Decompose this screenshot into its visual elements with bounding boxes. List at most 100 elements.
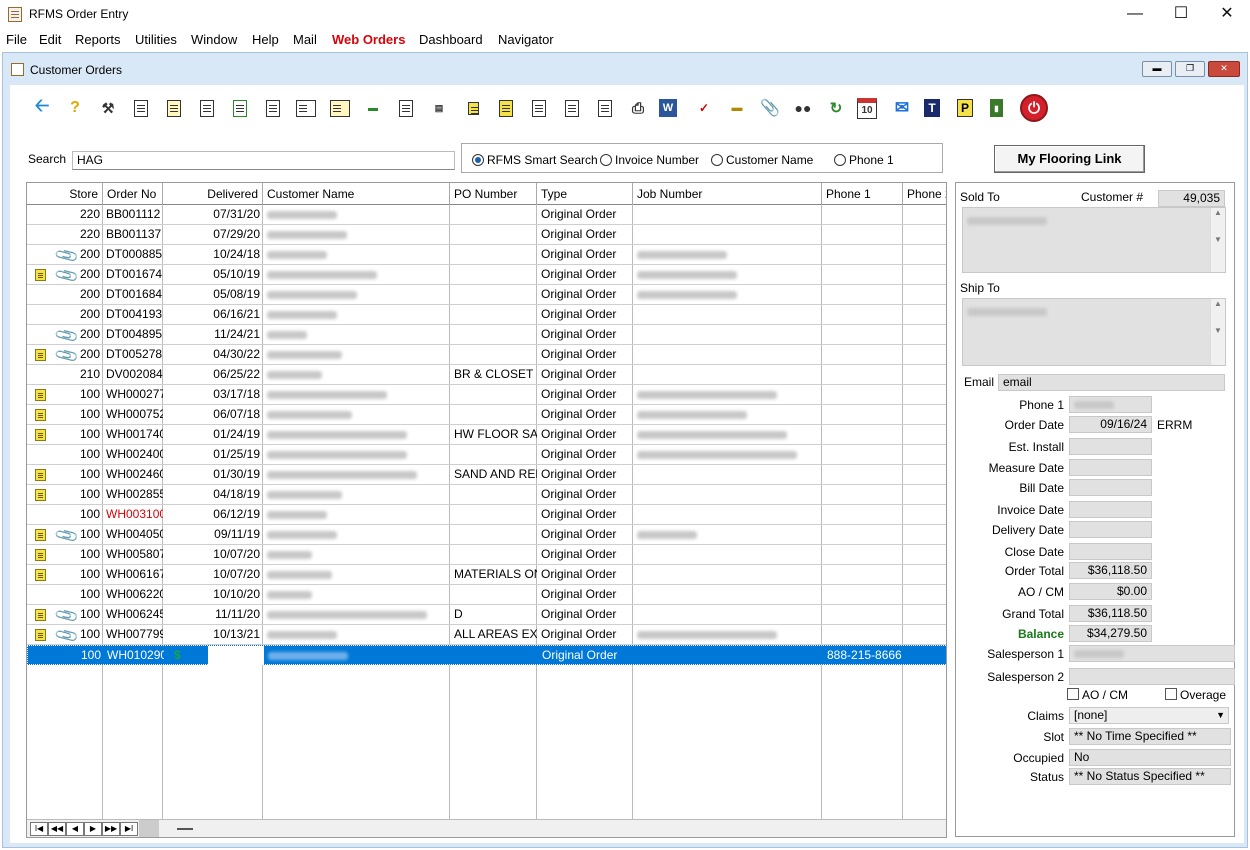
header-phone-2[interactable]: Phone 2 (903, 183, 946, 205)
table-row[interactable]: 100 WH002400 01/25/19 Original Order (27, 445, 946, 465)
nav-last-button[interactable]: ▶I (120, 822, 138, 836)
measure-date-field[interactable] (1069, 459, 1152, 476)
table-row[interactable]: 100 WH010290 $ Original Order 888-215-8666 (27, 645, 946, 665)
overage-checkbox[interactable] (1165, 688, 1177, 700)
header-order-no[interactable]: Order No (103, 183, 163, 205)
table-row[interactable]: 📎 200 DT001674 05/10/19 Original Order (27, 264, 946, 289)
order-date-field[interactable]: 09/16/24 (1069, 416, 1152, 433)
checklist-icon[interactable] (560, 96, 584, 120)
table-row[interactable]: 220 BB001137 07/29/20 Original Order (27, 225, 946, 245)
child-close-button[interactable]: ✕ (1208, 61, 1240, 77)
refresh-icon[interactable]: ↻ (824, 96, 848, 120)
header-type[interactable]: Type (537, 183, 633, 205)
table-row[interactable]: 📎 200 DT000885 10/24/18 Original Order (27, 244, 946, 269)
table-row[interactable]: 100 WH001740 01/24/19 HW FLOOR SAN Original … (27, 425, 946, 445)
table-row[interactable]: 100 WH005807 10/07/20 Original Order (27, 545, 946, 565)
header-job-number[interactable]: Job Number (633, 183, 822, 205)
attachment-icon[interactable]: 📎 (758, 96, 782, 120)
table-row[interactable]: 📎 100 WH006245 11/11/20 D Original Order (27, 604, 946, 629)
email-field[interactable]: email (998, 374, 1225, 391)
menu-web-orders[interactable]: Web Orders (332, 32, 405, 47)
salesperson1-field[interactable] (1069, 645, 1235, 662)
child-minimize-button[interactable]: ▬ (1142, 61, 1172, 77)
table-row[interactable]: 📎100WH00779910/13/21ALL AREAS EXCEOrigin… (27, 624, 946, 649)
money-icon[interactable]: ▬ (361, 96, 385, 120)
note-icon[interactable] (461, 96, 485, 120)
table-row[interactable]: 210 DV002084 06/25/22 BR & CLOSET LV Origina… (27, 365, 946, 385)
menu-navigator[interactable]: Navigator (498, 32, 554, 47)
child-restore-button[interactable]: ❐ (1175, 61, 1205, 77)
menu-help[interactable]: Help (252, 32, 279, 47)
table-row[interactable]: 100 WH002460 01/30/19 SAND AND REFI Original… (27, 465, 946, 485)
table-row[interactable]: 100 WH006167 10/07/20 MATERIALS ONL Original… (27, 565, 946, 585)
register-icon[interactable] (328, 96, 352, 120)
nav-next-page-button[interactable]: ▶▶ (102, 822, 120, 836)
documents-icon[interactable] (261, 96, 285, 120)
maximize-button[interactable]: ☐ (1158, 0, 1204, 30)
table-row[interactable]: 220 BB001112 07/31/20 Original Order (27, 205, 946, 225)
copy-order-icon[interactable] (195, 96, 219, 120)
stack-icon[interactable] (494, 96, 518, 120)
add-order-icon[interactable] (129, 96, 153, 120)
ticket-icon[interactable]: ▬ (725, 96, 749, 120)
minimize-button[interactable]: — (1112, 0, 1158, 30)
ao-cm-checkbox[interactable] (1067, 688, 1079, 700)
help-icon[interactable]: ? (63, 96, 87, 120)
menu-edit[interactable]: Edit (39, 32, 61, 47)
ship-to-box[interactable]: ▲ ▼ (962, 298, 1226, 366)
menu-mail[interactable]: Mail (293, 32, 317, 47)
multi-window-icon[interactable] (294, 96, 318, 120)
phone1-field[interactable] (1069, 396, 1152, 413)
nav-prev-page-button[interactable]: ◀◀ (48, 822, 66, 836)
menu-file[interactable]: File (6, 32, 27, 47)
table-row[interactable]: 200 DT004193 06/16/21 Original Order (27, 305, 946, 325)
nav-first-button[interactable]: I◀ (30, 822, 48, 836)
tools-icon[interactable]: ⚒ (96, 96, 120, 120)
table-row[interactable]: 100 WH000752 06/07/18 Original Order (27, 405, 946, 425)
edit-order-icon[interactable] (162, 96, 186, 120)
salesperson2-field[interactable] (1069, 668, 1235, 685)
claims-select[interactable]: [none] ▼ (1069, 707, 1229, 724)
delivery-date-field[interactable] (1069, 521, 1152, 538)
header-store[interactable]: Store (27, 183, 103, 205)
header-po-number[interactable]: PO Number (450, 183, 537, 205)
radio-phone-1[interactable]: Phone 1 (834, 153, 894, 167)
binoculars-icon[interactable]: ●● (791, 96, 815, 120)
menu-reports[interactable]: Reports (75, 32, 121, 47)
ship-to-scrollbar[interactable]: ▲ ▼ (1210, 299, 1225, 365)
close-button[interactable]: ✕ (1204, 0, 1250, 30)
report-icon[interactable] (527, 96, 551, 120)
my-flooring-link-button[interactable]: My Flooring Link (994, 145, 1145, 173)
header-customer-name[interactable]: Customer Name (263, 183, 450, 205)
close-date-field[interactable] (1069, 543, 1152, 560)
add-doc-icon[interactable] (228, 96, 252, 120)
table-row[interactable]: 📎 200 DT004895 11/24/21 Original Order (27, 324, 946, 349)
table-row[interactable]: 100 WH003100 06/12/19 Original Order (27, 505, 946, 525)
p-icon[interactable]: P (957, 99, 973, 117)
mail-icon[interactable]: ✉ (890, 96, 914, 120)
print-icon[interactable]: ⎙ (626, 96, 650, 120)
bill-date-field[interactable] (1069, 479, 1152, 496)
table-row[interactable]: 📎 200 DT005278 04/30/22 Original Order (27, 344, 946, 369)
table-row[interactable]: 100 WH000277 03/17/18 Original Order (27, 385, 946, 405)
search-doc-icon[interactable] (593, 96, 617, 120)
search-input[interactable]: HAG (72, 151, 455, 170)
power-icon[interactable]: ⏻ (1020, 94, 1048, 122)
signature-icon[interactable]: ✓ (692, 96, 716, 120)
invoice-date-field[interactable] (1069, 501, 1152, 518)
calendar-icon[interactable]: 10 (857, 98, 877, 119)
menu-dashboard[interactable]: Dashboard (419, 32, 483, 47)
scrollbar-thumb[interactable] (139, 820, 159, 837)
cell-delivered-edit[interactable] (208, 646, 264, 665)
table-row[interactable]: 100 WH002855 04/18/19 Original Order (27, 485, 946, 505)
header-phone-1[interactable]: Phone 1 (822, 183, 903, 205)
menu-window[interactable]: Window (191, 32, 237, 47)
nav-next-button[interactable]: ▶ (84, 822, 102, 836)
book-icon[interactable]: ▮ (990, 99, 1003, 117)
header-delivered[interactable]: Delivered (163, 183, 263, 205)
credit-icon[interactable]: ▤ (427, 96, 451, 120)
splitter-handle[interactable] (177, 828, 193, 830)
radio-smart-search[interactable]: RFMS Smart Search (472, 153, 598, 167)
table-row[interactable]: 200 DT001684 05/08/19 Original Order (27, 285, 946, 305)
back-arrow-icon[interactable]: 🡠 (30, 95, 54, 120)
